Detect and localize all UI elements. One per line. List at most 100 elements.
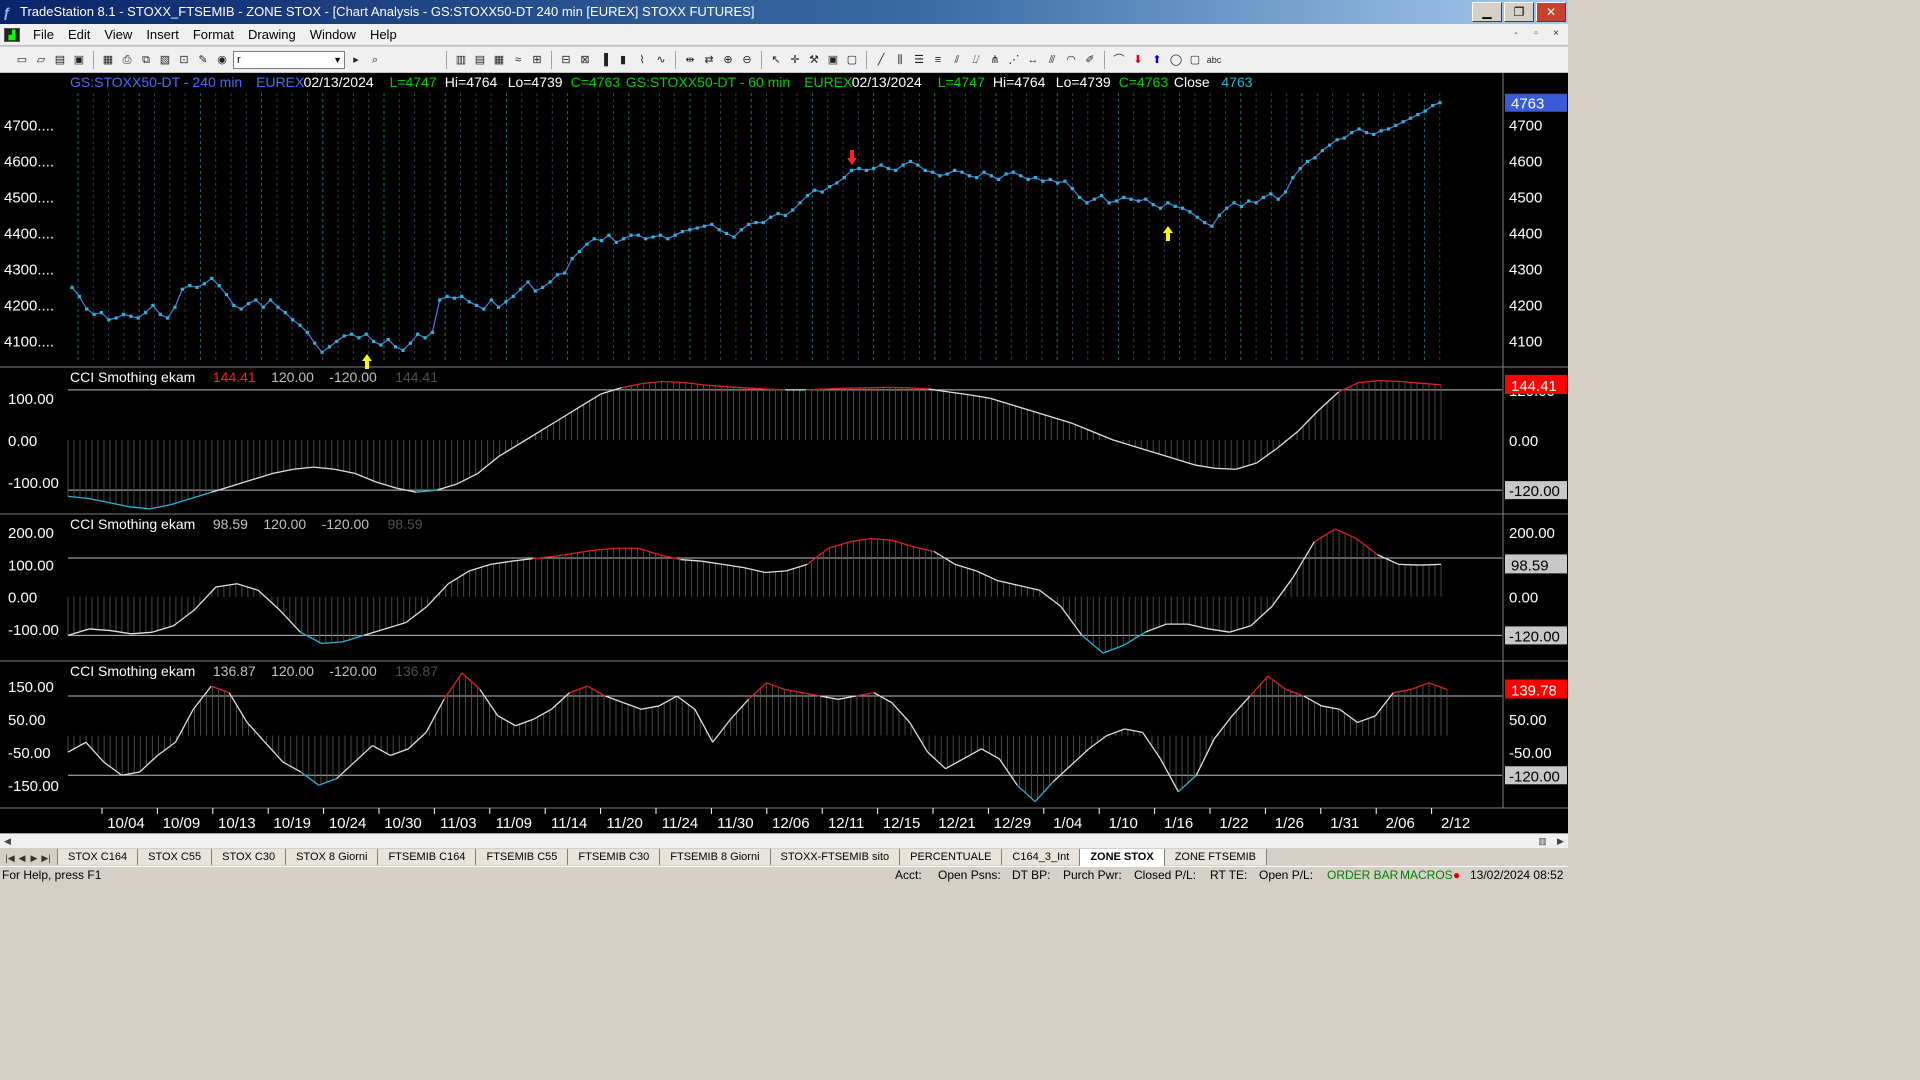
cci-line-segment: [1276, 431, 1298, 449]
hammer-icon[interactable]: ⚒: [806, 52, 822, 68]
symbol-combo[interactable]: r ▼: [233, 50, 345, 69]
chart-canvas[interactable]: GS:STOXX50-DT - 240 min EUREX 02/13/2024 L=…: [0, 73, 1568, 833]
trade-bar-icon[interactable]: ▢: [844, 52, 860, 68]
bar-chart-icon[interactable]: ▐: [596, 52, 612, 68]
x-axis-date-label: 10/30: [384, 815, 422, 832]
tab-stoxx-ftsemib-sito[interactable]: STOXX-FTSEMIB sito: [769, 849, 901, 865]
menu-help[interactable]: Help: [363, 27, 404, 42]
fibonacci-icon[interactable]: ≡: [930, 52, 946, 68]
price-point: [850, 168, 854, 172]
speed-lines-icon[interactable]: ⋰: [1006, 52, 1022, 68]
menu-insert[interactable]: Insert: [139, 27, 186, 42]
scroll-icon[interactable]: ⇄: [701, 52, 717, 68]
radar-icon[interactable]: ▦: [491, 52, 507, 68]
mdi-close-button[interactable]: ×: [1548, 27, 1564, 41]
format-icon[interactable]: ⊟: [558, 52, 574, 68]
zoom-out-icon[interactable]: ⊖: [739, 52, 755, 68]
open-folder-icon[interactable]: ▱: [33, 52, 49, 68]
extend-icon[interactable]: ↔: [1025, 52, 1041, 68]
mdi-minimize-button[interactable]: -: [1508, 27, 1524, 41]
tab-ftsemib-c30[interactable]: FTSEMIB C30: [567, 849, 661, 865]
tab-stox-c164[interactable]: STOX C164: [57, 849, 139, 865]
copy-icon[interactable]: ⧉: [138, 52, 154, 68]
menu-drawing[interactable]: Drawing: [241, 27, 303, 42]
data-window-icon[interactable]: ▣: [825, 52, 841, 68]
insert-analysis-icon[interactable]: ⊠: [577, 52, 593, 68]
parallel-lines-icon[interactable]: ⫻: [1044, 52, 1060, 68]
channel-icon[interactable]: ⫽: [949, 52, 965, 68]
minimize-button[interactable]: ▁: [1472, 2, 1502, 22]
matrix-icon[interactable]: ≈: [510, 52, 526, 68]
new-file-icon[interactable]: ▭: [14, 52, 30, 68]
tab-prev-icon[interactable]: ◀: [16, 850, 28, 866]
tab-zone-stox[interactable]: ZONE STOX: [1079, 849, 1165, 866]
arrow-down-icon[interactable]: ⬇: [1130, 52, 1146, 68]
tab-percentuale[interactable]: PERCENTUALE: [899, 849, 1003, 865]
cci-line-segment: [909, 722, 929, 753]
tab-stox-c30[interactable]: STOX C30: [211, 849, 287, 865]
close-button[interactable]: ✕: [1536, 2, 1566, 22]
arrow-up-icon[interactable]: ⬆: [1149, 52, 1165, 68]
chart-analysis-window[interactable]: GS:STOXX50-DT - 240 min EUREX 02/13/2024 L=…: [0, 73, 1568, 833]
lock-icon[interactable]: ⊡: [176, 52, 192, 68]
pointer-icon[interactable]: ↖: [768, 52, 784, 68]
crosshair-icon[interactable]: ✛: [787, 52, 803, 68]
menu-window[interactable]: Window: [303, 27, 363, 42]
tab-c164-3-int[interactable]: C164_3_Int: [1001, 849, 1081, 865]
status-order-bar[interactable]: ORDER BAR: [1327, 867, 1398, 884]
tab-last-icon[interactable]: ▶|: [40, 850, 52, 866]
workspace-icon[interactable]: ▥: [453, 52, 469, 68]
bar-spacing-icon[interactable]: ⇹: [682, 52, 698, 68]
zoom-in-icon[interactable]: ⊕: [720, 52, 736, 68]
horizontal-lines-icon[interactable]: ☰: [911, 52, 927, 68]
scroll-right-icon[interactable]: ▶: [1553, 834, 1568, 848]
curve-icon[interactable]: ⌒: [1111, 52, 1127, 68]
print-preview-icon[interactable]: ▦: [100, 52, 116, 68]
text-icon[interactable]: abc: [1206, 52, 1222, 68]
vertical-lines-icon[interactable]: ⫼: [892, 52, 908, 68]
price-point: [202, 282, 206, 286]
status-macros[interactable]: MACROS: [1400, 867, 1453, 884]
scroll-thumb[interactable]: ▥: [1535, 834, 1550, 848]
find-icon[interactable]: ⌕: [367, 52, 383, 68]
rectangle-icon[interactable]: ▢: [1187, 52, 1203, 68]
horizontal-scrollbar[interactable]: ◀ ▥ ▶: [0, 833, 1568, 848]
indicator-icon[interactable]: ∿: [653, 52, 669, 68]
tab-ftsemib-c164[interactable]: FTSEMIB C164: [377, 849, 477, 865]
scanner-icon[interactable]: ⊞: [529, 52, 545, 68]
ellipse-icon[interactable]: ◯: [1168, 52, 1184, 68]
tab-ftsemib-8-giorni[interactable]: FTSEMIB 8 Giorni: [659, 849, 771, 865]
new-window-icon[interactable]: ▤: [52, 52, 68, 68]
menu-edit[interactable]: Edit: [61, 27, 97, 42]
arc-icon[interactable]: ◠: [1063, 52, 1079, 68]
globe-icon[interactable]: ◉: [214, 52, 230, 68]
paste-icon[interactable]: ▧: [157, 52, 173, 68]
tab-ftsemib-c55[interactable]: FTSEMIB C55: [475, 849, 569, 865]
tab-stox-8-giorni[interactable]: STOX 8 Giorni: [285, 849, 379, 865]
save-icon[interactable]: ▣: [71, 52, 87, 68]
scroll-left-icon[interactable]: ◀: [0, 834, 15, 848]
chart-doc-icon[interactable]: ▟: [4, 27, 20, 42]
tab-next-icon[interactable]: ▶: [28, 850, 40, 866]
tab-stox-c55[interactable]: STOX C55: [137, 849, 213, 865]
menu-file[interactable]: File: [26, 27, 61, 42]
trendline-icon[interactable]: ╱: [873, 52, 889, 68]
maximize-button[interactable]: ❐: [1504, 2, 1534, 22]
pencil-icon[interactable]: ✐: [1082, 52, 1098, 68]
menu-view[interactable]: View: [97, 27, 139, 42]
menu-format[interactable]: Format: [186, 27, 241, 42]
gann-icon[interactable]: ⌰: [968, 52, 984, 68]
cci-lower-label: -120.00: [1509, 768, 1560, 785]
candle-icon[interactable]: ▮: [615, 52, 631, 68]
tab-first-icon[interactable]: |◀: [4, 850, 16, 866]
chart-window-icon[interactable]: ▤: [472, 52, 488, 68]
price-point: [982, 170, 986, 174]
go-arrow-icon[interactable]: ▸: [348, 52, 364, 68]
line-chart-icon[interactable]: ⌇: [634, 52, 650, 68]
tab-zone-ftsemib[interactable]: ZONE FTSEMIB: [1163, 849, 1267, 865]
print-icon[interactable]: ⎙: [119, 52, 135, 68]
mdi-restore-button[interactable]: ▫: [1528, 27, 1544, 41]
andrews-fork-icon[interactable]: ⋔: [987, 52, 1003, 68]
tools-icon[interactable]: ✎: [195, 52, 211, 68]
chevron-down-icon[interactable]: ▼: [333, 52, 342, 68]
